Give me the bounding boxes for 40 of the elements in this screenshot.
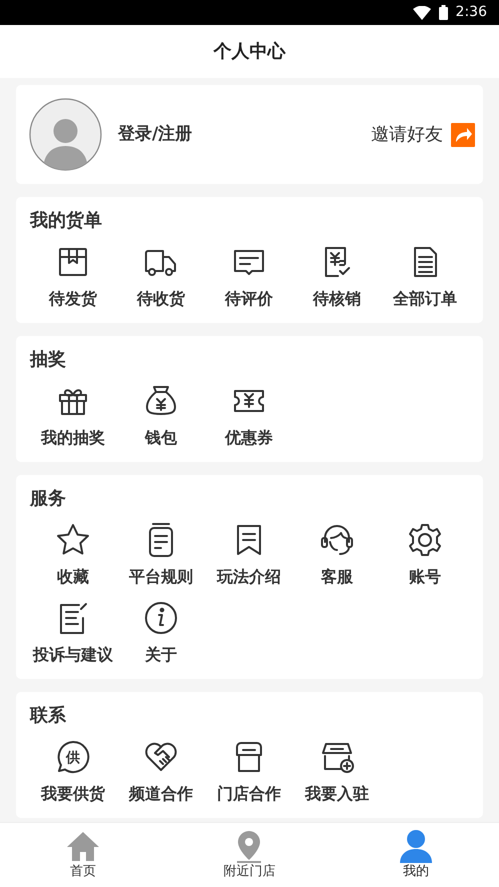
section-title: 我的货单 (29, 209, 103, 233)
tab[interactable]: 首页 (0, 823, 166, 887)
menu-item[interactable]: 频道合作 (117, 739, 205, 805)
menu-item[interactable]: 待收货 (117, 244, 205, 310)
menu-item[interactable]: 待发货 (29, 244, 117, 310)
menu-item[interactable]: 我的抽奖 (29, 383, 117, 449)
avatar-icon[interactable] (29, 98, 102, 171)
wifi-icon (412, 6, 431, 20)
menu-item[interactable]: 优惠券 (205, 383, 293, 449)
menu-item[interactable]: 待评价 (205, 244, 293, 310)
section-title: 联系 (29, 704, 67, 728)
menu-item[interactable]: 全部订单 (381, 244, 469, 310)
status-time: 2:36 (456, 3, 487, 22)
menu-item[interactable]: 平台规则 (117, 522, 205, 588)
headset-icon (319, 522, 355, 558)
invite-friends-button[interactable]: 邀请好友 (371, 121, 475, 148)
menu-item[interactable]: 门店合作 (205, 739, 293, 805)
tab[interactable]: 我的 (332, 823, 499, 887)
info-icon (143, 600, 179, 636)
speech-bubble-icon: 供 (55, 739, 91, 775)
menu-item[interactable]: 我要入驻 (293, 739, 381, 805)
menu-item[interactable]: 钱包 (117, 383, 205, 449)
menu-item[interactable]: 客服 (293, 522, 381, 588)
page-title: 个人中心 (214, 40, 286, 64)
menu-item[interactable]: 关于 (117, 600, 205, 666)
menu-item[interactable]: 收藏 (29, 522, 117, 588)
settings-icon (407, 522, 443, 558)
battery-icon (438, 5, 448, 20)
menu-item[interactable]: 玩法介绍 (205, 522, 293, 588)
share-icon (451, 122, 475, 146)
menu-item[interactable]: 账号 (381, 522, 469, 588)
person-icon (398, 829, 434, 863)
menu-item[interactable]: 投诉与建议 (29, 600, 117, 666)
section-title: 服务 (29, 487, 67, 511)
menu-item[interactable]: 待核销 (293, 244, 381, 310)
login-link[interactable]: 登录/注册 (118, 122, 192, 148)
home-icon (65, 829, 102, 863)
tab[interactable]: 附近门店 (166, 823, 333, 887)
section-title: 抽奖 (29, 348, 67, 372)
menu-item[interactable]: 供 我要供货 (29, 739, 117, 805)
